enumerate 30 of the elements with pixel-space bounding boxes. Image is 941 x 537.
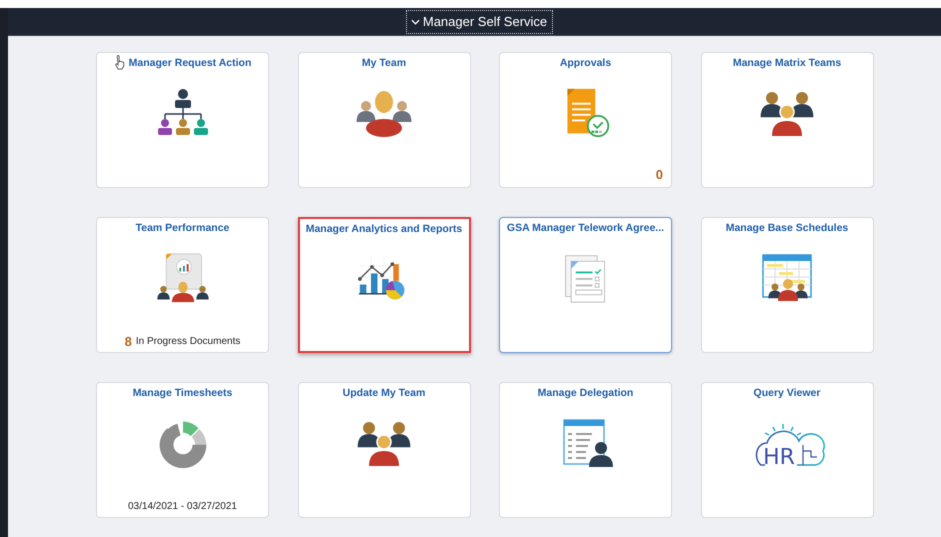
tile[interactable]: Manage Matrix Teams: [700, 52, 874, 188]
tile-title: Query Viewer: [754, 387, 820, 399]
tile[interactable]: Team Performance 8 In Progress Documents: [96, 217, 269, 353]
tile[interactable]: My Team: [298, 52, 470, 188]
tile[interactable]: Manager Analytics and Reports: [298, 217, 470, 353]
chevron-down-icon: [410, 18, 420, 24]
tile-title: Manager Request Action: [128, 57, 252, 69]
tile[interactable]: Manage Base Schedules: [700, 217, 874, 353]
tile-title: Team Performance: [136, 222, 230, 234]
date-range: 03/14/2021 - 03/27/2021: [128, 500, 237, 512]
tile[interactable]: Manage Timesheets 03/14/2021 - 03/27/2021: [96, 382, 269, 518]
count-number: 8: [124, 334, 132, 348]
tile[interactable]: GSA Manager Telework Agree...: [499, 217, 672, 353]
tile[interactable]: Manage Delegation: [499, 382, 672, 518]
tile-title: Update My Team: [342, 387, 426, 399]
tile-title: Manage Timesheets: [132, 387, 232, 399]
tile-title: Manager Analytics and Reports: [306, 223, 462, 235]
tile-title: Manage Delegation: [538, 387, 634, 399]
tile-title: Approvals: [560, 57, 612, 69]
tile-title: GSA Manager Telework Agree...: [506, 222, 664, 234]
tile[interactable]: Approvals 0: [499, 52, 672, 188]
page-title-button[interactable]: Manager Self Service: [406, 10, 554, 34]
tile-title: Manage Base Schedules: [726, 222, 848, 234]
tile[interactable]: Update My Team: [298, 382, 470, 518]
count-label: In Progress Documents: [136, 336, 240, 346]
tile[interactable]: Query Viewer HR: [700, 382, 874, 518]
count-number: 0: [656, 166, 663, 182]
tile-title: Manage Matrix Teams: [732, 57, 842, 69]
tile-title: My Team: [362, 57, 406, 69]
tile[interactable]: Manager Request Action: [96, 52, 269, 188]
